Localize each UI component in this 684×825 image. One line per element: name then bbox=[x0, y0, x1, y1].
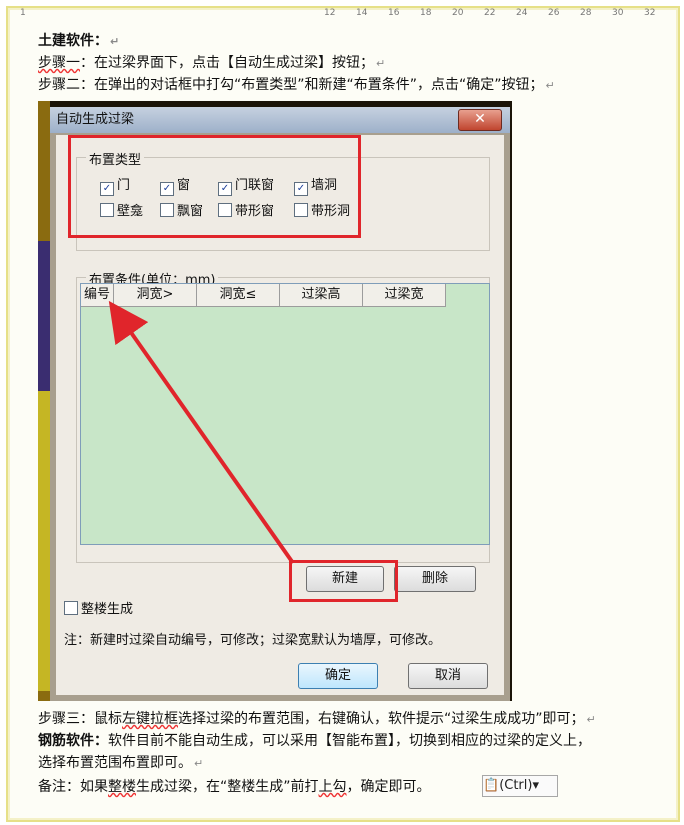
note-wavy: 整楼 bbox=[108, 779, 136, 795]
note-end: ，确定即可。 bbox=[346, 779, 431, 795]
annotation-arrow bbox=[108, 300, 295, 565]
ruler-tick: 20 bbox=[452, 8, 464, 18]
step1-prefix: 步骤一 bbox=[38, 55, 80, 71]
note-wavy-2: 上勾 bbox=[318, 779, 347, 795]
step1-text: ：在过梁界面下，点击【自动生成过梁】按钮； bbox=[80, 55, 374, 71]
step1-line: 步骤一：在过梁界面下，点击【自动生成过梁】按钮； ↵ bbox=[38, 52, 385, 75]
ruler-tick: 26 bbox=[548, 8, 560, 18]
paste-options-button[interactable]: 📋(Ctrl)▾ bbox=[482, 775, 558, 797]
note-prefix: 备注：如果 bbox=[38, 779, 108, 795]
step3-text: 选择过梁的布置范围，右键确认，软件提示“过梁生成成功”即可； bbox=[178, 711, 585, 727]
note-text: 生成过梁，在“整楼生成”前打 bbox=[136, 779, 319, 795]
ruler-tick: 30 bbox=[612, 8, 624, 18]
ruler-tick: 18 bbox=[420, 8, 432, 18]
heading-text: 土建软件： bbox=[38, 33, 108, 49]
paragraph-mark: ↵ bbox=[545, 79, 555, 92]
paragraph-mark: ↵ bbox=[194, 757, 204, 770]
ruler-tick: 32 bbox=[644, 8, 656, 18]
ruler-tick: 12 bbox=[324, 8, 336, 18]
ruler-tick: 1 bbox=[20, 8, 26, 18]
rebar-text: 软件目前不能自动生成，可以采用【智能布置】，切换到相应的过梁的定义上， bbox=[108, 733, 591, 749]
ruler-tick: 14 bbox=[356, 8, 368, 18]
paste-options-label: (Ctrl) bbox=[499, 778, 533, 793]
ruler-tick: 22 bbox=[484, 8, 496, 18]
rebar-line-2: 选择布置范围布置即可。 ↵ bbox=[38, 752, 203, 775]
rebar-text-2: 选择布置范围布置即可。 bbox=[38, 755, 192, 771]
ruler-tick: 16 bbox=[388, 8, 400, 18]
step2-text: 步骤二：在弹出的对话框中打勾“布置类型”和新建“布置条件”，点击“确定”按钮； bbox=[38, 77, 544, 93]
ruler-tick: 28 bbox=[580, 8, 592, 18]
paragraph-mark: ↵ bbox=[586, 713, 596, 726]
step2-line: 步骤二：在弹出的对话框中打勾“布置类型”和新建“布置条件”，点击“确定”按钮； ↵ bbox=[38, 74, 555, 97]
ruler-tick: 24 bbox=[516, 8, 528, 18]
ruler[interactable]: 1 12 14 16 18 20 22 24 26 28 30 32 34 36… bbox=[20, 8, 660, 20]
paragraph-mark: ↵ bbox=[110, 35, 120, 48]
step3-line: 步骤三：鼠标左键拉框选择过梁的布置范围，右键确认，软件提示“过梁生成成功”即可；… bbox=[38, 708, 596, 731]
step3-wavy: 左键拉框 bbox=[122, 711, 178, 727]
rebar-line: 钢筋软件：软件目前不能自动生成，可以采用【智能布置】，切换到相应的过梁的定义上， bbox=[38, 730, 591, 752]
clipboard-icon: 📋 bbox=[483, 778, 500, 793]
embedded-screenshot: 自动生成过梁 ✕ 布置类型 ✓ 门 ✓ 窗 ✓ 门联窗 ✓ 墙洞 壁龛 飘窗 带形窗 带… bbox=[38, 101, 512, 701]
chevron-down-icon: ▾ bbox=[532, 778, 539, 793]
rebar-label: 钢筋软件： bbox=[38, 733, 108, 749]
heading-civil: 土建软件： ↵ bbox=[38, 30, 119, 53]
step3-prefix: 步骤三：鼠标 bbox=[38, 711, 122, 727]
note-line: 备注：如果整楼生成过梁，在“整楼生成”前打上勾，确定即可。 bbox=[38, 776, 431, 798]
paragraph-mark: ↵ bbox=[376, 57, 386, 70]
